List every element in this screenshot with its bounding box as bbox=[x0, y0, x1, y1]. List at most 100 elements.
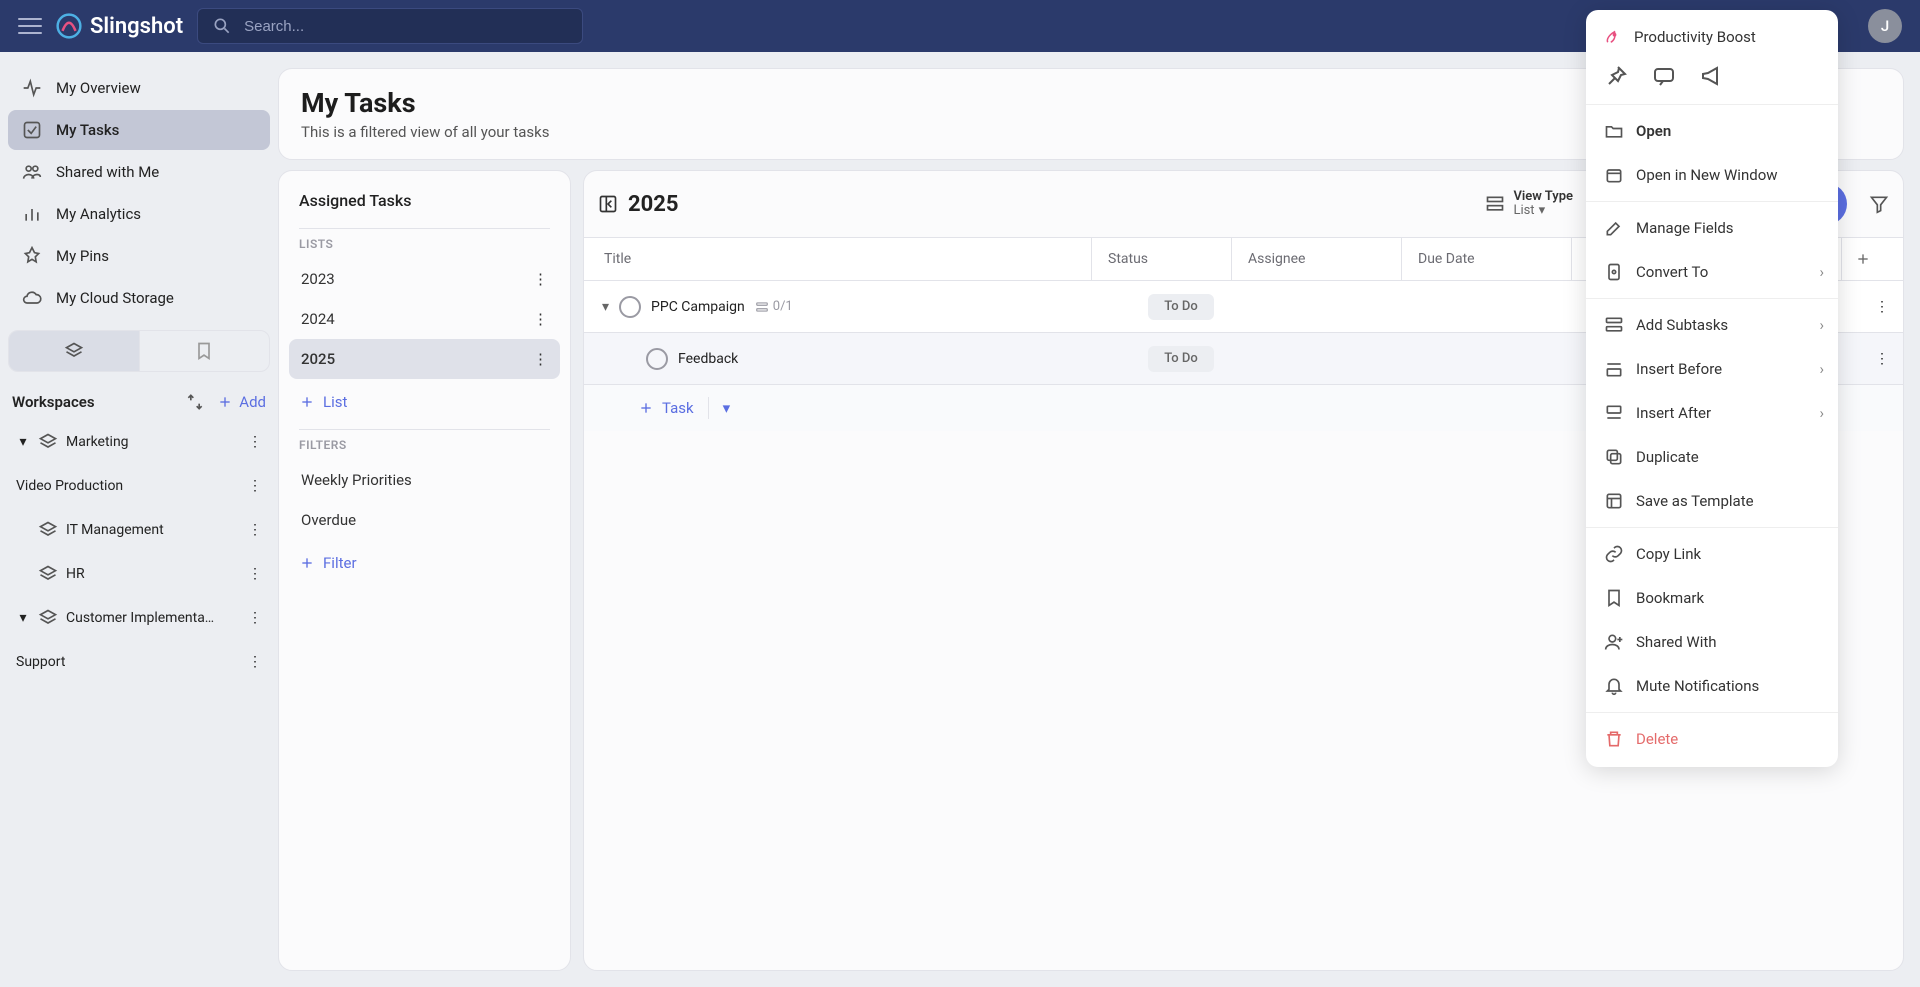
status-circle[interactable] bbox=[619, 296, 641, 318]
filter-button[interactable] bbox=[1869, 194, 1889, 214]
add-column-button[interactable] bbox=[1841, 238, 1883, 280]
sidebar: My Overview My Tasks Shared with Me My A… bbox=[0, 52, 278, 987]
bookmark-icon bbox=[194, 341, 214, 361]
list-item-2025[interactable]: 2025⋮ bbox=[289, 339, 560, 379]
menu-mute-notifications[interactable]: Mute Notifications bbox=[1586, 664, 1838, 708]
menu-convert-to[interactable]: Convert To › bbox=[1586, 250, 1838, 294]
nav-overview[interactable]: My Overview bbox=[8, 68, 270, 108]
menu-delete[interactable]: Delete bbox=[1586, 717, 1838, 761]
list-more-icon[interactable]: ⋮ bbox=[533, 310, 548, 328]
rocket-icon bbox=[1604, 28, 1622, 46]
chevron-right-icon: › bbox=[1819, 404, 1824, 422]
workspace-more-icon[interactable]: ⋮ bbox=[248, 610, 262, 626]
menu-open-new-window[interactable]: Open in New Window bbox=[1586, 153, 1838, 197]
list-item-2024[interactable]: 2024⋮ bbox=[289, 299, 560, 339]
menu-save-as-template[interactable]: Save as Template bbox=[1586, 479, 1838, 523]
expand-toggle-icon[interactable]: ▾ bbox=[602, 299, 609, 315]
workspace-item-it-management[interactable]: IT Management ⋮ bbox=[8, 508, 270, 552]
nav-my-tasks[interactable]: My Tasks bbox=[8, 110, 270, 150]
task-row-more-button[interactable]: ⋮ bbox=[1861, 299, 1903, 315]
menu-add-subtasks[interactable]: Add Subtasks › bbox=[1586, 303, 1838, 347]
task-row-more-button[interactable]: ⋮ bbox=[1861, 351, 1903, 367]
plus-icon bbox=[217, 394, 233, 410]
workspace-more-icon[interactable]: ⋮ bbox=[248, 478, 262, 494]
menu-insert-after[interactable]: Insert After › bbox=[1586, 391, 1838, 435]
add-filter-button[interactable]: Filter bbox=[289, 544, 560, 582]
nav-pins[interactable]: My Pins bbox=[8, 236, 270, 276]
menu-bookmark[interactable]: Bookmark bbox=[1586, 576, 1838, 620]
menu-productivity-boost[interactable]: Productivity Boost bbox=[1586, 16, 1838, 58]
bookmarks-tab[interactable] bbox=[139, 331, 270, 371]
chevron-right-icon: › bbox=[1819, 263, 1824, 281]
status-badge[interactable]: To Do bbox=[1148, 294, 1214, 320]
layers-icon bbox=[38, 608, 58, 628]
filter-weekly-priorities[interactable]: Weekly Priorities bbox=[289, 460, 560, 500]
list-more-icon[interactable]: ⋮ bbox=[533, 270, 548, 288]
menu-copy-link[interactable]: Copy Link bbox=[1586, 532, 1838, 576]
panel-collapse-icon[interactable] bbox=[598, 194, 618, 214]
user-plus-icon bbox=[1604, 632, 1624, 652]
workspace-more-icon[interactable]: ⋮ bbox=[248, 566, 262, 582]
menu-shared-with[interactable]: Shared With bbox=[1586, 620, 1838, 664]
workspace-item-video-production[interactable]: Video Production ⋮ bbox=[8, 464, 270, 508]
plus-icon bbox=[1855, 251, 1871, 267]
sort-icon[interactable] bbox=[185, 392, 205, 412]
new-window-icon bbox=[1604, 165, 1624, 185]
menu-open[interactable]: Open bbox=[1586, 109, 1838, 153]
menu-manage-fields[interactable]: Manage Fields bbox=[1586, 206, 1838, 250]
workspace-more-icon[interactable]: ⋮ bbox=[248, 654, 262, 670]
menu-insert-before[interactable]: Insert Before › bbox=[1586, 347, 1838, 391]
layers-icon bbox=[38, 564, 58, 584]
workspaces-tab[interactable] bbox=[9, 331, 139, 371]
add-task-dropdown[interactable]: ▾ bbox=[723, 399, 731, 417]
add-workspace-button[interactable]: Add bbox=[217, 393, 266, 411]
menu-toggle-button[interactable] bbox=[18, 14, 42, 38]
column-title[interactable]: Title bbox=[604, 251, 1091, 267]
nav-cloud-storage[interactable]: My Cloud Storage bbox=[8, 278, 270, 318]
workspace-item-support[interactable]: Support ⋮ bbox=[8, 640, 270, 684]
chevron-right-icon: › bbox=[1819, 316, 1824, 334]
add-list-button[interactable]: List bbox=[289, 383, 560, 421]
column-status[interactable]: Status bbox=[1091, 238, 1231, 280]
caret-down-icon: ▾ bbox=[16, 434, 30, 450]
plus-icon bbox=[638, 400, 654, 416]
task-list-title: 2025 bbox=[598, 192, 679, 217]
workspace-more-icon[interactable]: ⋮ bbox=[248, 522, 262, 538]
list-item-2023[interactable]: 2023⋮ bbox=[289, 259, 560, 299]
menu-duplicate[interactable]: Duplicate bbox=[1586, 435, 1838, 479]
workspace-item-hr[interactable]: HR ⋮ bbox=[8, 552, 270, 596]
chevron-right-icon: › bbox=[1819, 360, 1824, 378]
brand-name: Slingshot bbox=[90, 14, 183, 39]
add-task-button[interactable]: Task bbox=[638, 399, 694, 417]
cloud-icon bbox=[22, 288, 42, 308]
layers-icon bbox=[64, 341, 84, 361]
announce-icon[interactable] bbox=[1700, 64, 1724, 88]
search-input[interactable] bbox=[242, 17, 568, 36]
duplicate-icon bbox=[1604, 447, 1624, 467]
checkbox-icon bbox=[22, 120, 42, 140]
global-search[interactable] bbox=[197, 8, 583, 44]
user-avatar[interactable]: J bbox=[1868, 9, 1902, 43]
list-more-icon[interactable]: ⋮ bbox=[533, 350, 548, 368]
workspaces-heading: Workspaces bbox=[12, 393, 95, 411]
column-assignee[interactable]: Assignee bbox=[1231, 238, 1401, 280]
workspace-more-icon[interactable]: ⋮ bbox=[248, 434, 262, 450]
bell-icon bbox=[1604, 676, 1624, 696]
pin-icon[interactable] bbox=[1604, 64, 1628, 88]
workspace-item-customer-implementation[interactable]: ▾ Customer Implementa… ⋮ bbox=[8, 596, 270, 640]
workspace-item-marketing[interactable]: ▾ Marketing ⋮ bbox=[8, 420, 270, 464]
status-circle[interactable] bbox=[646, 348, 668, 370]
funnel-icon bbox=[1869, 194, 1889, 214]
nav-shared-with-me[interactable]: Shared with Me bbox=[8, 152, 270, 192]
column-due-date[interactable]: Due Date bbox=[1401, 238, 1571, 280]
chat-icon[interactable] bbox=[1652, 64, 1676, 88]
link-icon bbox=[1604, 544, 1624, 564]
shared-users-icon bbox=[22, 162, 42, 182]
nav-analytics[interactable]: My Analytics bbox=[8, 194, 270, 234]
workspace-tree: ▾ Marketing ⋮ Video Production ⋮ IT Mana… bbox=[8, 420, 270, 684]
list-view-icon bbox=[1485, 194, 1505, 214]
status-badge[interactable]: To Do bbox=[1148, 346, 1214, 372]
insert-after-icon bbox=[1604, 403, 1624, 423]
view-type-selector[interactable]: View Type List ▾ bbox=[1485, 190, 1573, 219]
filter-overdue[interactable]: Overdue bbox=[289, 500, 560, 540]
